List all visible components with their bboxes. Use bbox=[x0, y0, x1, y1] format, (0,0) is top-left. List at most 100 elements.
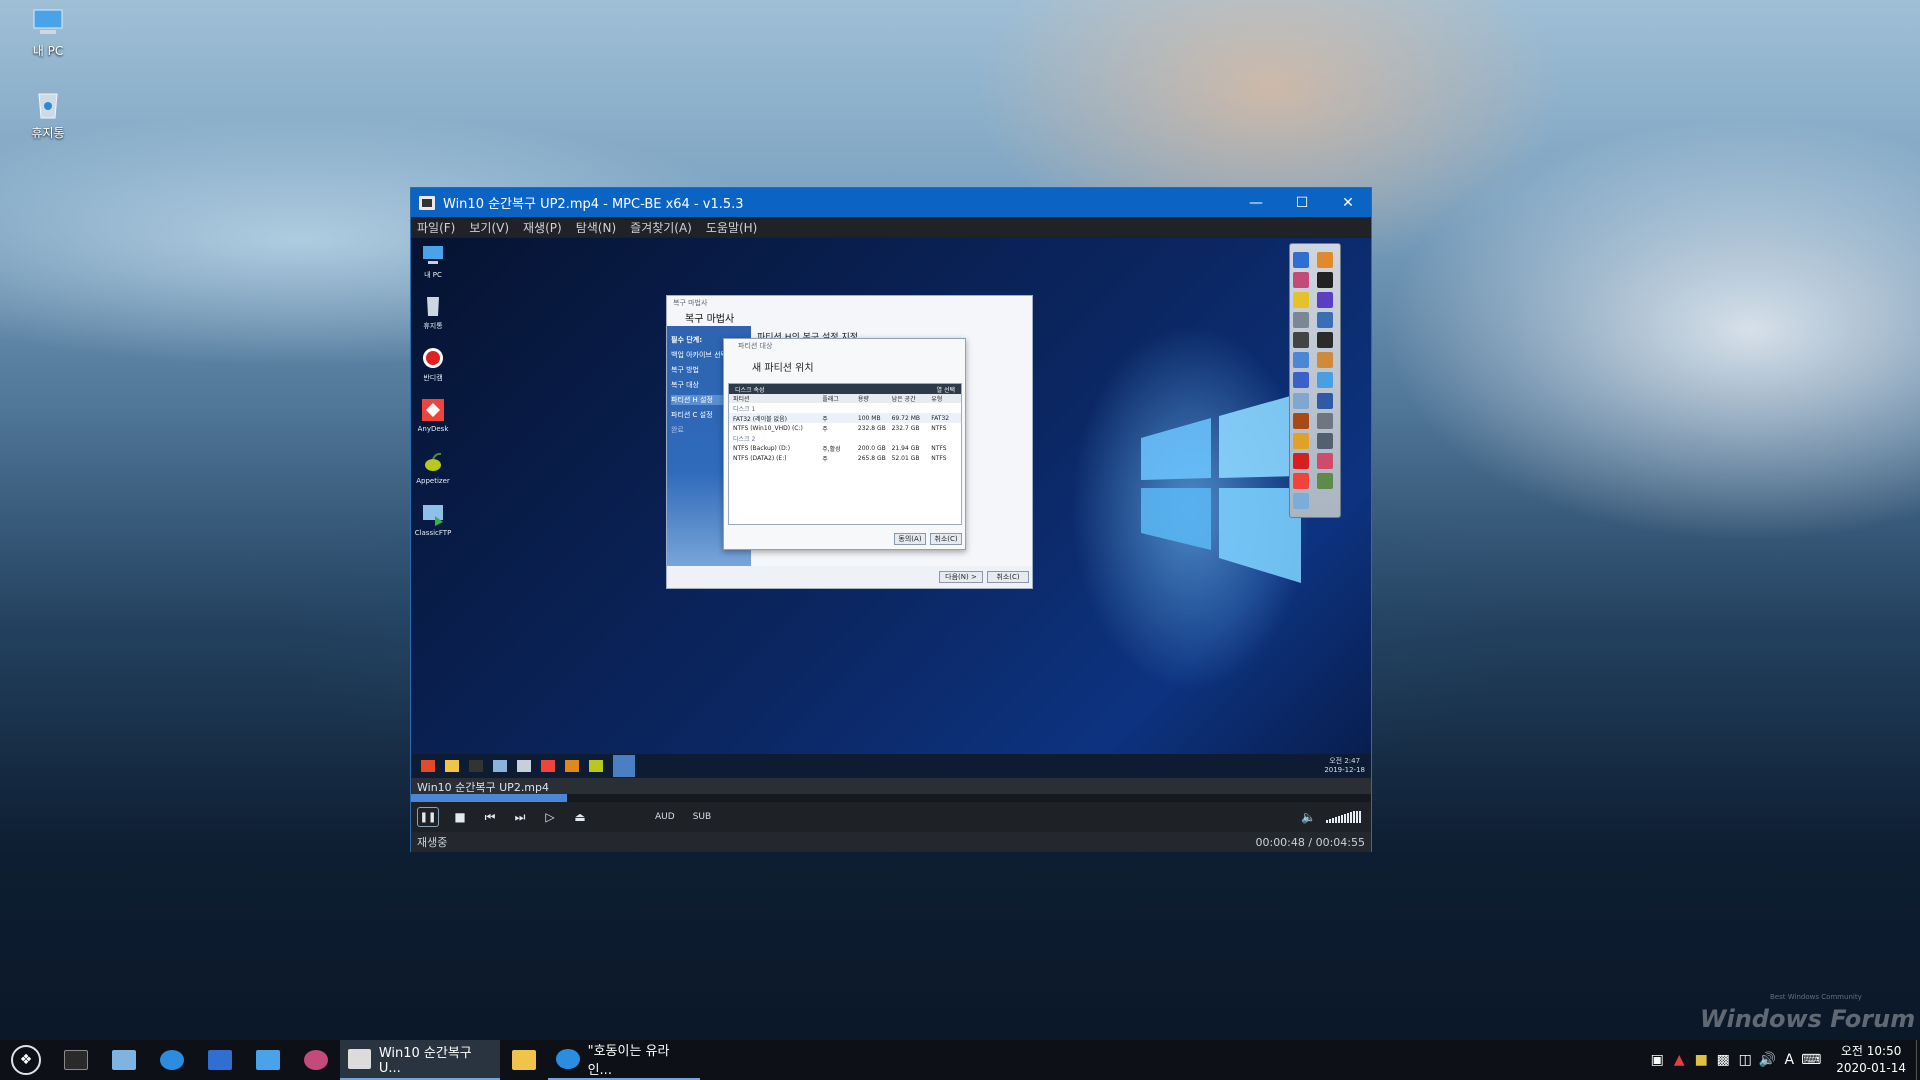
table-header: 파티션 플래그 용량 남은 공간 유형 bbox=[729, 394, 961, 403]
video-frame[interactable]: 내 PC 휴지통 반디캠 AnyDesk Appetizer ClassicFT… bbox=[411, 238, 1371, 778]
window-icon bbox=[517, 760, 531, 772]
volume-slider[interactable] bbox=[1326, 811, 1361, 823]
folder-icon bbox=[512, 1050, 536, 1070]
seek-bar-fill bbox=[411, 794, 568, 802]
taskbar-app-window[interactable] bbox=[244, 1040, 292, 1080]
cell: 주,활성 bbox=[822, 445, 841, 453]
watermark-subtitle: Best Windows Community bbox=[1770, 993, 1862, 1001]
menu-play[interactable]: 재생(P) bbox=[523, 219, 562, 236]
pause-button[interactable]: ❚❚ bbox=[417, 807, 439, 827]
ime-indicator[interactable]: A bbox=[1778, 1052, 1800, 1068]
taskbar-task-ie[interactable]: "호동이는 유라인... bbox=[548, 1040, 700, 1080]
keyboard-icon[interactable]: ⌨ bbox=[1800, 1052, 1822, 1068]
stop-button[interactable]: ■ bbox=[445, 802, 475, 832]
wizard-next-button: 다음(N) > bbox=[939, 571, 983, 583]
cell: NTFS bbox=[931, 444, 947, 452]
app-icon bbox=[1293, 412, 1309, 429]
app-icon bbox=[1293, 252, 1309, 268]
record-icon bbox=[421, 346, 445, 370]
menu-favorites[interactable]: 즐겨찾기(A) bbox=[630, 219, 692, 236]
file-tab[interactable]: Win10 순간복구 UP2.mp4 bbox=[411, 778, 1371, 794]
cell: 265.8 GB bbox=[857, 454, 886, 462]
cell: FAT32 (레이블 없음) bbox=[733, 415, 787, 423]
display-icon[interactable]: ▩ bbox=[1712, 1052, 1734, 1068]
maximize-button[interactable]: ☐ bbox=[1279, 188, 1325, 217]
cell: 52.01 GB bbox=[891, 454, 920, 462]
launcher-toolbar bbox=[1289, 243, 1341, 518]
app-tray-icon[interactable]: ▲ bbox=[1668, 1052, 1690, 1068]
app-icon bbox=[1317, 352, 1333, 369]
computer-icon bbox=[421, 243, 445, 267]
video-clock: 오전 2:47 2019-12-18 bbox=[1324, 757, 1365, 775]
cell: NTFS (DATA2) (E:) bbox=[733, 454, 787, 462]
taskbar-clock[interactable]: 오전 10:50 2020-01-14 bbox=[1836, 1043, 1906, 1077]
recycle-bin-icon bbox=[421, 294, 445, 318]
menu-help[interactable]: 도움말(H) bbox=[706, 219, 758, 236]
desktop-icon-my-pc[interactable]: 내 PC bbox=[8, 8, 88, 59]
speaker-icon[interactable]: 🔈 bbox=[1301, 810, 1316, 824]
desktop-icon-label: 휴지통 bbox=[31, 126, 65, 140]
taskbar-monitor[interactable] bbox=[100, 1040, 148, 1080]
start-icon bbox=[421, 760, 435, 772]
clock-date: 2020-01-14 bbox=[1836, 1061, 1906, 1075]
cell: 69.72 MB bbox=[891, 414, 920, 422]
monitor-icon bbox=[493, 760, 507, 772]
disk-properties-label: 디스크 속성 bbox=[735, 387, 765, 394]
video-desktop-icon-label: 내 PC bbox=[424, 271, 442, 279]
network-icon[interactable]: ◫ bbox=[1734, 1052, 1756, 1068]
terminal-icon bbox=[64, 1050, 88, 1070]
next-button[interactable]: ⏭ bbox=[505, 802, 535, 832]
taskbar-app-a[interactable] bbox=[196, 1040, 244, 1080]
window-title: Win10 순간복구 UP2.mp4 - MPC-BE x64 - v1.5.3 bbox=[443, 197, 744, 212]
taskbar-paint[interactable] bbox=[292, 1040, 340, 1080]
start-button[interactable]: ❖ bbox=[0, 1040, 52, 1080]
column-header: 플래그 bbox=[822, 396, 839, 403]
app-icon bbox=[1317, 312, 1333, 329]
eject-button[interactable]: ⏏ bbox=[565, 802, 595, 832]
seek-bar[interactable] bbox=[411, 794, 1371, 802]
audio-track-button[interactable]: AUD bbox=[655, 812, 675, 822]
menu-view[interactable]: 보기(V) bbox=[469, 219, 509, 236]
network-monitor-icon[interactable]: ▣ bbox=[1646, 1052, 1668, 1068]
window-icon bbox=[256, 1050, 280, 1070]
dialog-small-title: 파티션 대상 bbox=[738, 342, 773, 350]
folder-icon bbox=[445, 760, 459, 772]
video-desktop-icon-bandicam: 반디캠 bbox=[413, 346, 453, 383]
app-icon bbox=[1317, 372, 1333, 389]
partition-destination-dialog: 파티션 대상 새 파티션 위치 디스크 속성 열 선택 파티션 플래그 용량 남… bbox=[723, 338, 966, 550]
desktop-icon-recycle-bin[interactable]: 휴지통 bbox=[8, 90, 88, 141]
taskbar-explorer[interactable] bbox=[500, 1040, 548, 1080]
column-header: 파티션 bbox=[733, 396, 750, 403]
cell: NTFS bbox=[931, 454, 947, 462]
taskbar-task-mpc[interactable]: Win10 순간복구 U... bbox=[340, 1040, 500, 1080]
title-bar[interactable]: Win10 순간복구 UP2.mp4 - MPC-BE x64 - v1.5.3… bbox=[411, 188, 1371, 217]
taskbar-ie[interactable] bbox=[148, 1040, 196, 1080]
app-icon bbox=[1317, 252, 1333, 268]
app-icon bbox=[1317, 292, 1333, 309]
app-icon bbox=[1293, 332, 1309, 349]
time-display: 00:00:48 / 00:04:55 bbox=[1255, 835, 1365, 849]
close-button[interactable]: ✕ bbox=[1325, 188, 1371, 217]
clapperboard-icon bbox=[419, 195, 435, 210]
playback-status: 재생중 bbox=[417, 836, 448, 849]
app-icon bbox=[1317, 412, 1333, 429]
app-icon bbox=[1293, 492, 1309, 509]
show-desktop-button[interactable] bbox=[1916, 1040, 1920, 1080]
color-tray-icon[interactable]: ■ bbox=[1690, 1052, 1712, 1068]
cell: 232.8 GB bbox=[857, 424, 886, 432]
frame-step-button[interactable]: ▷ bbox=[535, 802, 565, 832]
menu-navigate[interactable]: 탐색(N) bbox=[576, 219, 616, 236]
taskbar-terminal[interactable] bbox=[52, 1040, 100, 1080]
wizard-title: 복구 마법사 bbox=[685, 314, 735, 325]
menu-file[interactable]: 파일(F) bbox=[417, 219, 455, 236]
previous-button[interactable]: ⏮ bbox=[475, 802, 505, 832]
clapperboard-icon bbox=[348, 1049, 371, 1069]
subtitle-button[interactable]: SUB bbox=[693, 812, 711, 822]
mpc-window[interactable]: Win10 순간복구 UP2.mp4 - MPC-BE x64 - v1.5.3… bbox=[410, 187, 1372, 852]
video-taskbar: 오전 2:47 2019-12-18 bbox=[411, 754, 1371, 778]
monitor-icon bbox=[112, 1050, 136, 1070]
computer-icon bbox=[30, 8, 66, 38]
volume-icon[interactable]: 🔊 bbox=[1756, 1052, 1778, 1068]
video-desktop-icon-recycle-bin: 휴지통 bbox=[413, 294, 453, 331]
minimize-button[interactable]: — bbox=[1233, 188, 1279, 217]
